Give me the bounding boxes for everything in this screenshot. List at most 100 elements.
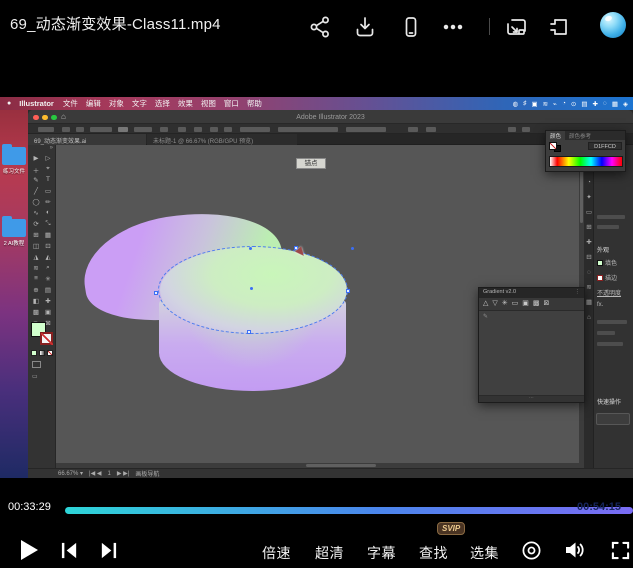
document-tab: 未标题-1 @ 66.67% (RGB/GPU 预览) [147,134,297,145]
tool-icon: ＋ [30,165,42,173]
find-button[interactable]: 查找 [419,543,448,563]
dock-panel-icon: ✚ [584,235,594,250]
screen-mode-icon: ▭ [32,373,38,380]
total-duration: 00:54:15 [577,501,621,513]
download-icon[interactable] [353,15,377,39]
toolbar-collapse-icon: » [50,145,53,151]
tool-icon: ⌖ [42,165,54,173]
tool-icon: ⤡ [42,220,54,228]
window-titlebar: ⌂ Adobe Illustrator 2023 [28,110,633,124]
options-bar [28,124,633,134]
tool-icon: ⟳ [30,220,42,228]
tool-icon: ≋ [30,264,42,272]
tool-icon: ◮ [30,253,42,261]
menu-item: 效果 [178,98,193,109]
quality-button[interactable]: 超清 [315,543,344,563]
anchor-point [247,330,251,334]
mobile-device-icon[interactable] [399,15,423,39]
dock-panel-icon: ⌂ [584,310,594,325]
dock-panel-icon: ≋ [584,280,594,295]
app-menu-label: Illustrator [19,99,54,108]
panel-menu-icon: ⋮ [575,289,581,297]
watch-point-icon[interactable] [521,540,542,561]
gradient-tool-icon: ✳ [502,299,508,309]
macos-menubar: ● Illustrator 文件编辑对象文字选择效果视图窗口帮助 ◍♯▣≋⌁◔⊙… [0,97,633,110]
subtitles-button[interactable]: 字幕 [367,543,396,563]
tool-icon: ▷ [42,154,54,162]
folder-label: 练习文件 [0,167,28,175]
dock-panel-icon: ◔ [584,175,594,190]
color-panel: 颜色 颜色参考 D1FFCD [545,130,626,172]
tool-icon: ✳ [42,275,54,283]
folder-icon [2,147,26,165]
window-statusbar: 66.67% ▾ |◀ ◀ 1 ▶ ▶| 画板导航 [28,468,633,478]
tool-icon: ⌕ [42,264,54,272]
tool-icon: ◧ [30,297,42,305]
folder-label: 2 AI教程 [0,239,28,247]
window-title: Adobe Illustrator 2023 [28,114,633,121]
menu-items: 文件编辑对象文字选择效果视图窗口帮助 [63,98,262,109]
tool-icon: T [42,176,54,184]
tool-icon: ◭ [42,253,54,261]
artboard-nav-prev: |◀ ◀ [89,470,101,477]
fill-proxy-swatch [549,142,557,150]
color-guide-tab: 颜色参考 [565,131,595,140]
color-spectrum-bar [549,156,623,167]
tool-icon: ✚ [42,297,54,305]
progress-bar[interactable] [65,507,633,514]
status-icon: ◔ [562,100,566,108]
center-point [250,287,253,290]
next-button[interactable] [99,541,118,560]
tool-icon: ◯ [30,198,42,206]
panel-resize-grip: ⋯ [479,395,584,402]
fullscreen-icon[interactable] [611,541,630,560]
tool-icon: ∿ [30,209,42,217]
document-tab-active: 69_动态渐变效果.ai [28,134,146,145]
float-window-icon[interactable] [546,15,570,39]
status-icon: ⊙ [571,100,576,108]
gradient-tool-icon: ▽ [492,299,497,309]
menubar-status-icons: ◍♯▣≋⌁◔⊙▤✚◌▦◈ [513,100,628,108]
menu-item: 视图 [201,98,216,109]
gradient-panel-body [479,311,584,395]
menu-item: 帮助 [247,98,262,109]
header-divider [489,18,490,35]
quick-action-button [596,413,630,425]
opacity-label: 不透明度 [597,288,621,297]
tool-icon: ▭ [42,187,54,195]
dock-panel-icon: ⊞ [584,220,594,235]
dock-panel-icon: ⊟ [584,250,594,265]
tool-icon: ◫ [30,242,42,250]
artboard-nav-next: ▶ ▶| [117,470,129,477]
tool-icons: ▶▷＋⌖✎T╱▭◯✏∿◐⟳⤡⊞▦◫⊡◮◭≋⌕≡✳⊕▤◧✚▩▣✑⊠ [30,154,54,327]
gradient-tool-icon: ▭ [512,299,519,309]
status-icon: ◌ [603,100,607,108]
more-options-icon[interactable] [441,15,465,39]
handle-point [249,247,252,250]
appearance-section-label: 外观 [597,245,609,254]
anchor-point [154,291,158,295]
play-button[interactable] [18,538,40,562]
video-surface[interactable]: ● Illustrator 文件编辑对象文字选择效果视图窗口帮助 ◍♯▣≋⌁◔⊙… [0,97,633,478]
artboard-nav-label: 画板导航 [135,469,159,478]
tool-icon: ⊕ [30,286,42,294]
gradient-panel-title: Gradient v2.0 [483,289,516,297]
playback-speed-button[interactable]: 倍速 [262,543,291,563]
status-icon: ▣ [531,100,537,108]
screencast-icon[interactable] [504,15,528,39]
video-player-window: 69_动态渐变效果-Class11.mp4 ● Illustrator [0,0,633,568]
episodes-button[interactable]: 选集 [470,543,499,563]
stroke-row: 描边 [597,273,617,282]
quick-actions-label: 快速操作 [597,397,621,406]
volume-icon[interactable] [563,539,587,561]
menu-item: 窗口 [224,98,239,109]
previous-button[interactable] [60,541,79,560]
tool-icon: ⊡ [42,242,54,250]
tool-icon: ✏ [42,198,54,206]
document-tabbar: 69_动态渐变效果.ai 未标题-1 @ 66.67% (RGB/GPU 预览) [28,134,633,145]
gradient-tool-icon: ▩ [533,299,540,309]
share-icon[interactable] [308,15,332,39]
dock-panel-icon: ◌ [584,265,594,280]
user-avatar[interactable] [600,12,626,38]
properties-panel: 外观 填色 描边 不透明度 fx. 快速操作 [594,145,633,468]
